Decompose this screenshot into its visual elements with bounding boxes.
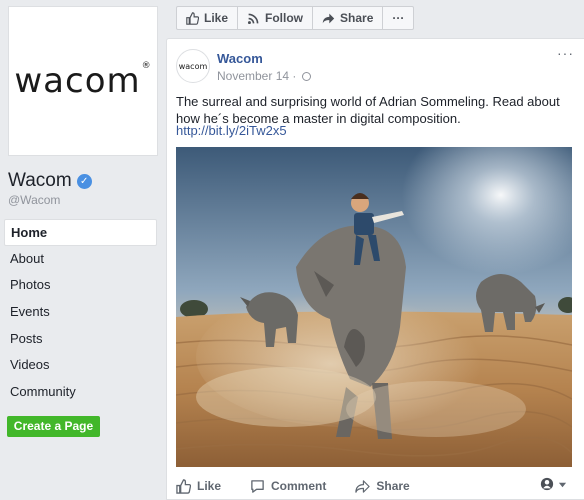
thumbs-up-icon xyxy=(186,11,199,25)
post-date[interactable]: November 14 · xyxy=(217,69,296,83)
like-page-button[interactable]: Like xyxy=(177,7,239,29)
nav-item-events[interactable]: Events xyxy=(4,299,157,326)
share-page-button[interactable]: Share xyxy=(313,7,384,29)
post-footer: Like Comment Share xyxy=(167,471,584,500)
post-options-button[interactable]: ··· xyxy=(557,45,574,61)
wacom-logo: wacom® xyxy=(14,61,152,101)
nav-item-community[interactable]: Community xyxy=(4,379,157,406)
page-name[interactable]: Wacom ✓ xyxy=(8,170,92,192)
post-share-button[interactable]: Share xyxy=(355,479,410,494)
follow-page-label: Follow xyxy=(265,11,304,25)
page-action-bar: Like Follow Share ··· xyxy=(176,6,415,30)
identity-selector[interactable] xyxy=(540,477,567,491)
follow-page-button[interactable]: Follow xyxy=(238,7,314,29)
post-text: The surreal and surprising world of Adri… xyxy=(176,94,560,126)
post-comment-button[interactable]: Comment xyxy=(250,479,326,494)
page-handle[interactable]: @Wacom xyxy=(8,193,60,207)
caret-down-icon xyxy=(558,482,567,487)
post-comment-label: Comment xyxy=(271,479,327,493)
share-page-label: Share xyxy=(340,11,374,25)
comment-icon xyxy=(251,479,264,493)
nav-item-home[interactable]: Home xyxy=(4,219,157,246)
nav-item-posts[interactable]: Posts xyxy=(4,326,157,353)
post-like-button[interactable]: Like xyxy=(176,478,222,494)
share-arrow-icon xyxy=(355,479,371,493)
post-photo[interactable] xyxy=(176,147,572,467)
page-name-text[interactable]: Wacom xyxy=(8,170,72,192)
nav-item-videos[interactable]: Videos xyxy=(4,352,157,379)
nav-item-photos[interactable]: Photos xyxy=(4,272,157,299)
left-column: wacom® Wacom ✓ @Wacom Home About Photos … xyxy=(0,0,166,500)
post-author-name[interactable]: Wacom xyxy=(217,51,263,66)
post-card: wacom Wacom November 14 · ··· The surrea… xyxy=(166,38,584,500)
rss-icon xyxy=(247,13,259,24)
globe-icon xyxy=(302,71,312,81)
verified-badge-icon: ✓ xyxy=(76,173,92,189)
like-page-label: Like xyxy=(204,11,229,25)
user-avatar-icon xyxy=(540,477,554,491)
post-share-label: Share xyxy=(376,479,410,493)
more-options-button[interactable]: ··· xyxy=(383,7,413,29)
post-like-label: Like xyxy=(197,479,222,493)
page-nav: Home About Photos Events Posts Videos Co… xyxy=(4,219,157,406)
nav-item-about[interactable]: About xyxy=(4,246,157,273)
post-author-avatar[interactable]: wacom xyxy=(176,49,210,83)
create-page-button[interactable]: Create a Page xyxy=(7,416,100,437)
page-profile-picture[interactable]: wacom® xyxy=(8,6,158,156)
thumbs-up-icon xyxy=(176,478,191,494)
post-link[interactable]: http://bit.ly/2iTw2x5 xyxy=(176,123,287,138)
share-arrow-icon xyxy=(322,13,335,23)
post-meta: November 14 · xyxy=(217,69,312,83)
desert-rhino-photo xyxy=(176,147,572,467)
